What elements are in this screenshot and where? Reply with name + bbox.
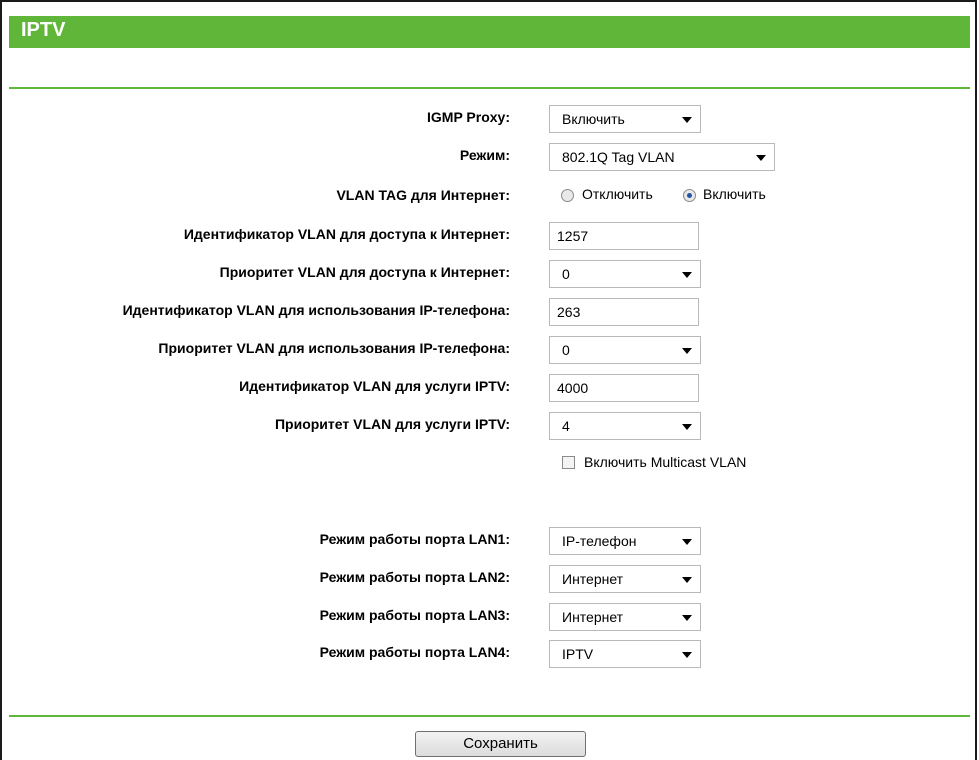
mode-label: Режим: — [459, 147, 510, 163]
lan3-label: Режим работы порта LAN3: — [319, 607, 510, 623]
internet-vlan-priority-row: Приоритет VLAN для доступа к Интернет: 0 — [0, 260, 979, 288]
mode-row: Режим: 802.1Q Tag VLAN — [0, 143, 979, 171]
vlan-tag-off-label: Отключить — [582, 186, 653, 202]
igmp-proxy-select[interactable]: Включить — [549, 105, 701, 133]
chevron-down-icon — [682, 424, 692, 430]
iptv-vlan-priority-label: Приоритет VLAN для услуги IPTV: — [274, 416, 510, 432]
ipphone-vlan-id-input[interactable]: 263 — [549, 298, 699, 326]
chevron-down-icon — [682, 615, 692, 621]
chevron-down-icon — [682, 348, 692, 354]
lan2-mode-value: Интернет — [562, 571, 624, 587]
lan2-mode-select[interactable]: Интернет — [549, 565, 701, 593]
chevron-down-icon — [682, 652, 692, 658]
lan1-mode-value: IP-телефон — [562, 533, 637, 549]
iptv-vlan-priority-value: 4 — [562, 418, 570, 434]
mode-select[interactable]: 802.1Q Tag VLAN — [549, 143, 775, 171]
vlan-tag-row: VLAN TAG для Интернет: Отключить Включит… — [0, 183, 979, 211]
iptv-vlan-id-row: Идентификатор VLAN для услуги IPTV: 4000 — [0, 374, 979, 402]
lan4-mode-value: IPTV — [562, 646, 594, 662]
lan4-label: Режим работы порта LAN4: — [319, 644, 510, 660]
iptv-vlan-id-label: Идентификатор VLAN для услуги IPTV: — [239, 378, 510, 394]
chevron-down-icon — [682, 577, 692, 583]
multicast-vlan-row: Включить Multicast VLAN — [0, 451, 979, 479]
iptv-vlan-priority-row: Приоритет VLAN для услуги IPTV: 4 — [0, 412, 979, 440]
divider-bottom — [9, 715, 970, 717]
multicast-vlan-label: Включить Multicast VLAN — [584, 454, 747, 470]
divider-top — [9, 87, 970, 89]
chevron-down-icon — [756, 155, 766, 161]
ipphone-vlan-priority-select[interactable]: 0 — [549, 336, 701, 364]
igmp-proxy-row: IGMP Proxy: Включить — [0, 105, 979, 133]
iptv-vlan-priority-select[interactable]: 4 — [549, 412, 701, 440]
chevron-down-icon — [682, 539, 692, 545]
igmp-proxy-label: IGMP Proxy: — [427, 109, 510, 125]
multicast-vlan-checkbox[interactable] — [562, 456, 575, 469]
igmp-proxy-value: Включить — [562, 111, 625, 127]
lan3-row: Режим работы порта LAN3: Интернет — [0, 603, 979, 631]
ipphone-vlan-priority-value: 0 — [562, 342, 570, 358]
lan2-row: Режим работы порта LAN2: Интернет — [0, 565, 979, 593]
vlan-tag-label: VLAN TAG для Интернет: — [336, 187, 510, 203]
internet-vlan-priority-label: Приоритет VLAN для доступа к Интернет: — [219, 264, 510, 280]
save-button[interactable]: Сохранить — [415, 731, 586, 757]
mode-value: 802.1Q Tag VLAN — [562, 149, 675, 165]
iptv-vlan-id-input[interactable]: 4000 — [549, 374, 699, 402]
lan2-label: Режим работы порта LAN2: — [319, 569, 510, 585]
lan1-label: Режим работы порта LAN1: — [319, 531, 510, 547]
lan4-mode-select[interactable]: IPTV — [549, 640, 701, 668]
lan3-mode-select[interactable]: Интернет — [549, 603, 701, 631]
lan1-row: Режим работы порта LAN1: IP-телефон — [0, 527, 979, 555]
ipphone-vlan-priority-label: Приоритет VLAN для использования IP-теле… — [158, 340, 510, 356]
ipphone-vlan-priority-row: Приоритет VLAN для использования IP-теле… — [0, 336, 979, 364]
lan1-mode-select[interactable]: IP-телефон — [549, 527, 701, 555]
page-title: IPTV — [21, 19, 66, 41]
internet-vlan-id-label: Идентификатор VLAN для доступа к Интерне… — [183, 226, 510, 242]
lan3-mode-value: Интернет — [562, 609, 624, 625]
vlan-tag-on-radio[interactable] — [683, 189, 696, 202]
chevron-down-icon — [682, 117, 692, 123]
page-header: IPTV — [9, 16, 970, 48]
internet-vlan-priority-select[interactable]: 0 — [549, 260, 701, 288]
ipphone-vlan-id-row: Идентификатор VLAN для использования IP-… — [0, 298, 979, 326]
chevron-down-icon — [682, 272, 692, 278]
vlan-tag-on-label: Включить — [703, 186, 766, 202]
lan4-row: Режим работы порта LAN4: IPTV — [0, 640, 979, 668]
internet-vlan-id-row: Идентификатор VLAN для доступа к Интерне… — [0, 222, 979, 250]
internet-vlan-priority-value: 0 — [562, 266, 570, 282]
ipphone-vlan-id-label: Идентификатор VLAN для использования IP-… — [122, 302, 510, 318]
vlan-tag-off-radio[interactable] — [561, 189, 574, 202]
internet-vlan-id-input[interactable]: 1257 — [549, 222, 699, 250]
